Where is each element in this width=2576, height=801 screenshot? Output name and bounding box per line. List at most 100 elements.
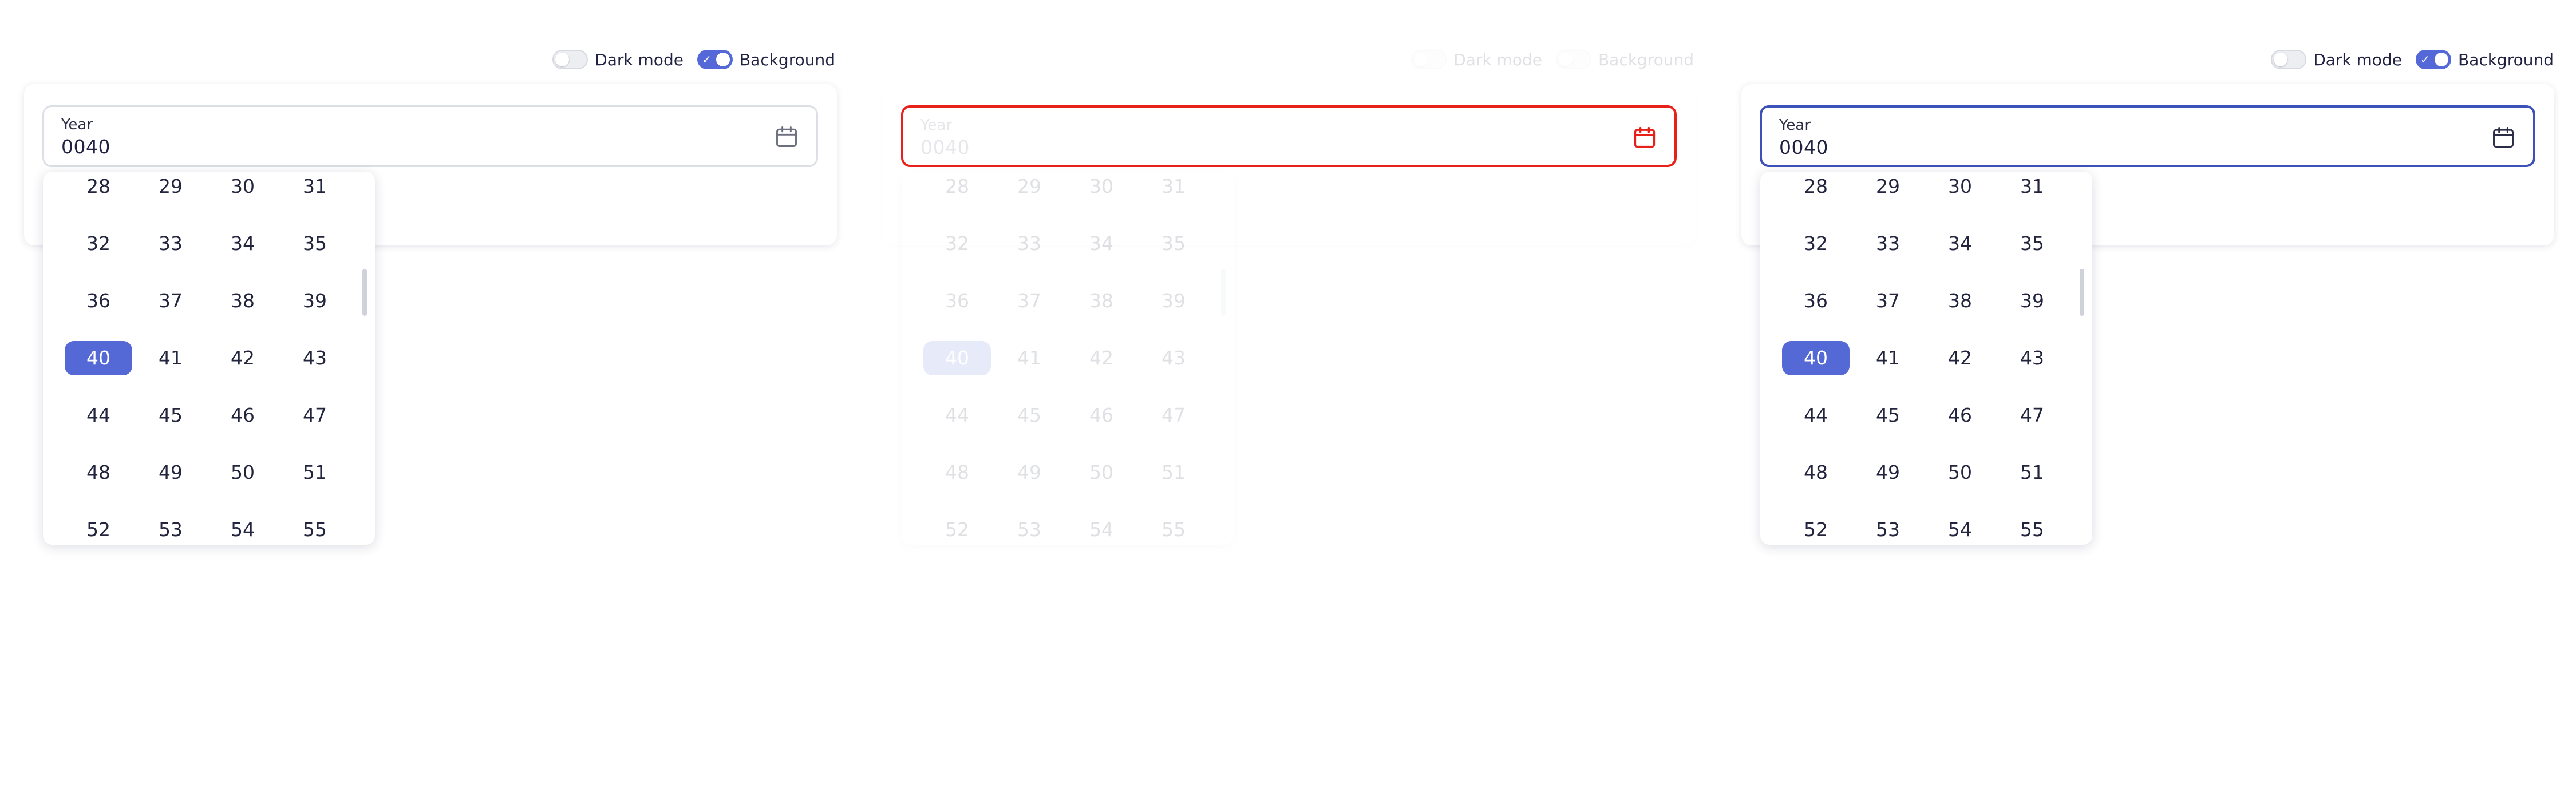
year-cell[interactable]: 41 xyxy=(1854,341,1922,375)
year-cell[interactable]: 53 xyxy=(1854,513,1922,545)
background-toggle[interactable]: ✓ Background xyxy=(2415,50,2554,69)
year-cell[interactable]: 52 xyxy=(923,513,991,545)
year-cell[interactable]: 50 xyxy=(1926,455,1994,490)
year-cell[interactable]: 49 xyxy=(137,455,204,490)
year-cell[interactable]: 31 xyxy=(1998,172,2066,204)
year-cell[interactable]: 36 xyxy=(923,284,991,318)
year-cell[interactable]: 48 xyxy=(65,455,132,490)
year-cell[interactable]: 39 xyxy=(1998,284,2066,318)
year-cell[interactable]: 45 xyxy=(1854,398,1922,433)
year-cell[interactable]: 34 xyxy=(1068,227,1135,261)
year-cell[interactable]: 55 xyxy=(1998,513,2066,545)
year-cell[interactable]: 43 xyxy=(1140,341,1207,375)
background-toggle[interactable]: ✓ Background xyxy=(697,50,835,69)
year-cell-selected[interactable]: 40 xyxy=(65,341,132,375)
year-cell-selected[interactable]: 40 xyxy=(1782,341,1850,375)
year-cell[interactable]: 44 xyxy=(923,398,991,433)
year-cell[interactable]: 46 xyxy=(1068,398,1135,433)
year-cell[interactable]: 43 xyxy=(281,341,349,375)
year-cell[interactable]: 28 xyxy=(1782,172,1850,204)
calendar-icon[interactable] xyxy=(774,124,799,149)
year-cell[interactable]: 38 xyxy=(1926,284,1994,318)
year-cell[interactable]: 38 xyxy=(1068,284,1135,318)
year-cell[interactable]: 43 xyxy=(1998,341,2066,375)
year-cell[interactable]: 31 xyxy=(281,172,349,204)
year-cell[interactable]: 33 xyxy=(137,227,204,261)
year-cell[interactable]: 41 xyxy=(995,341,1063,375)
year-cell[interactable]: 48 xyxy=(923,455,991,490)
year-cell[interactable]: 47 xyxy=(1998,398,2066,433)
year-cell[interactable]: 53 xyxy=(995,513,1063,545)
year-cell[interactable]: 44 xyxy=(65,398,132,433)
year-cell[interactable]: 28 xyxy=(923,172,991,204)
year-cell[interactable]: 29 xyxy=(137,172,204,204)
year-cell[interactable]: 52 xyxy=(65,513,132,545)
year-cell[interactable]: 28 xyxy=(65,172,132,204)
year-cell[interactable]: 34 xyxy=(209,227,276,261)
dark-mode-switch[interactable] xyxy=(1411,50,1447,69)
year-cell[interactable]: 32 xyxy=(923,227,991,261)
year-cell[interactable]: 45 xyxy=(995,398,1063,433)
year-cell[interactable]: 44 xyxy=(1782,398,1850,433)
year-cell[interactable]: 52 xyxy=(1782,513,1850,545)
year-cell[interactable]: 29 xyxy=(1854,172,1922,204)
year-field[interactable]: Year 0040 xyxy=(1760,105,2535,167)
year-cell[interactable]: 47 xyxy=(281,398,349,433)
year-cell[interactable]: 51 xyxy=(1998,455,2066,490)
dark-mode-switch[interactable] xyxy=(2271,50,2307,69)
year-cell[interactable]: 38 xyxy=(209,284,276,318)
year-cell[interactable]: 29 xyxy=(995,172,1063,204)
year-cell[interactable]: 42 xyxy=(209,341,276,375)
scrollbar[interactable] xyxy=(1221,269,1226,316)
year-cell[interactable]: 50 xyxy=(209,455,276,490)
year-cell[interactable]: 51 xyxy=(1140,455,1207,490)
year-cell[interactable]: 51 xyxy=(281,455,349,490)
year-cell[interactable]: 42 xyxy=(1926,341,1994,375)
year-cell[interactable]: 37 xyxy=(137,284,204,318)
scrollbar[interactable] xyxy=(362,269,367,316)
year-field[interactable]: Year 0040 xyxy=(901,105,1677,167)
year-cell[interactable]: 35 xyxy=(281,227,349,261)
year-cell[interactable]: 48 xyxy=(1782,455,1850,490)
year-cell[interactable]: 37 xyxy=(1854,284,1922,318)
year-cell[interactable]: 36 xyxy=(1782,284,1850,318)
year-cell[interactable]: 42 xyxy=(1068,341,1135,375)
year-cell[interactable]: 49 xyxy=(995,455,1063,490)
year-cell-selected[interactable]: 40 xyxy=(923,341,991,375)
year-cell[interactable]: 32 xyxy=(1782,227,1850,261)
background-switch[interactable]: ✓ xyxy=(697,50,733,69)
dark-mode-toggle[interactable]: Dark mode xyxy=(1411,50,1542,69)
year-cell[interactable]: 30 xyxy=(1926,172,1994,204)
year-field[interactable]: Year 0040 xyxy=(42,105,818,167)
year-cell[interactable]: 54 xyxy=(1068,513,1135,545)
calendar-icon[interactable] xyxy=(1632,125,1657,150)
scrollbar[interactable] xyxy=(2080,269,2084,316)
year-cell[interactable]: 30 xyxy=(1068,172,1135,204)
year-cell[interactable]: 37 xyxy=(995,284,1063,318)
year-cell[interactable]: 45 xyxy=(137,398,204,433)
year-cell[interactable]: 33 xyxy=(995,227,1063,261)
year-cell[interactable]: 31 xyxy=(1140,172,1207,204)
year-cell[interactable]: 34 xyxy=(1926,227,1994,261)
year-cell[interactable]: 35 xyxy=(1140,227,1207,261)
year-cell[interactable]: 47 xyxy=(1140,398,1207,433)
background-switch[interactable] xyxy=(1555,50,1591,69)
year-cell[interactable]: 36 xyxy=(65,284,132,318)
year-field-value[interactable]: 0040 xyxy=(920,136,970,158)
year-cell[interactable]: 54 xyxy=(1926,513,1994,545)
dark-mode-toggle[interactable]: Dark mode xyxy=(552,50,683,69)
year-cell[interactable]: 39 xyxy=(1140,284,1207,318)
background-toggle[interactable]: Background xyxy=(1555,50,1694,69)
year-field-value[interactable]: 0040 xyxy=(1779,136,1828,158)
year-cell[interactable]: 39 xyxy=(281,284,349,318)
year-cell[interactable]: 30 xyxy=(209,172,276,204)
year-cell[interactable]: 35 xyxy=(1998,227,2066,261)
year-cell[interactable]: 55 xyxy=(1140,513,1207,545)
year-cell[interactable]: 54 xyxy=(209,513,276,545)
year-cell[interactable]: 32 xyxy=(65,227,132,261)
year-field-value[interactable]: 0040 xyxy=(61,136,110,158)
dark-mode-toggle[interactable]: Dark mode xyxy=(2271,50,2402,69)
calendar-icon[interactable] xyxy=(2491,125,2516,150)
year-cell[interactable]: 53 xyxy=(137,513,204,545)
background-switch[interactable]: ✓ xyxy=(2415,50,2451,69)
